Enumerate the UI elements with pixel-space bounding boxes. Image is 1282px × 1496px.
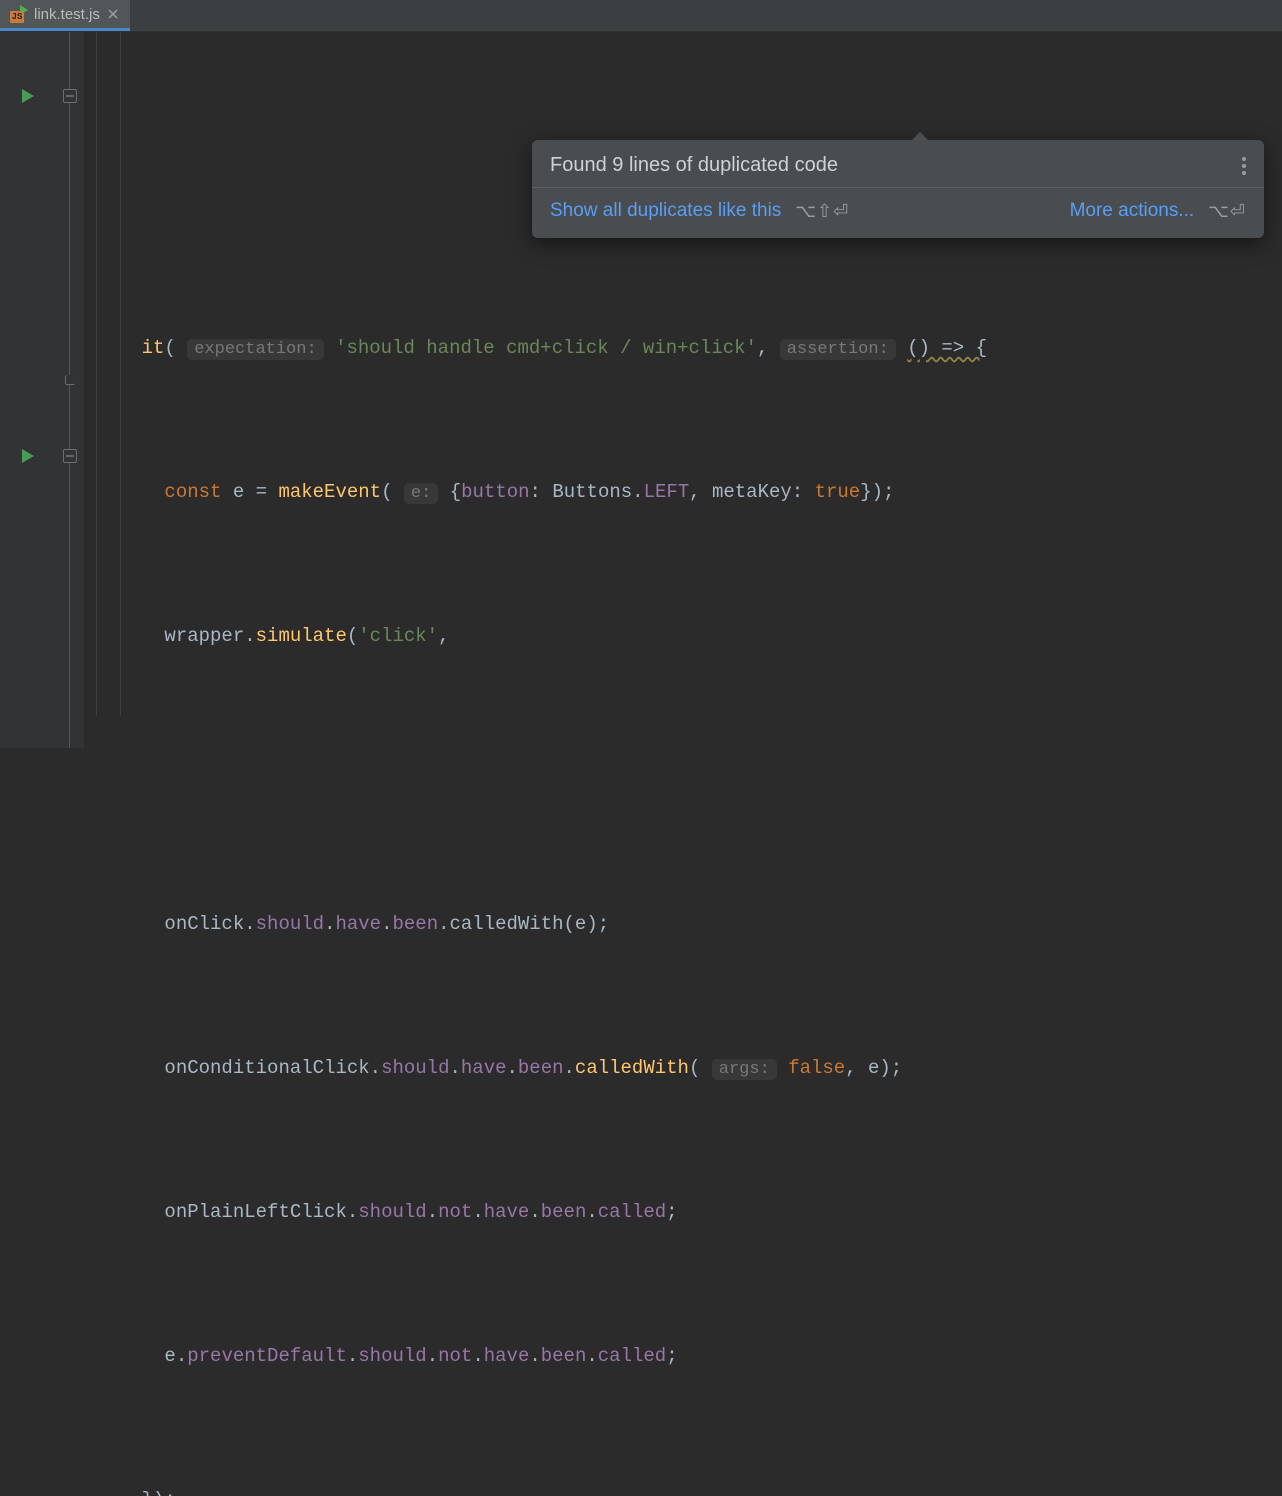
inspection-popup: Found 9 lines of duplicated code Show al… — [532, 140, 1264, 238]
js-test-file-icon: JS — [10, 5, 28, 23]
tab-filename: link.test.js — [34, 6, 100, 23]
gutter — [0, 32, 56, 748]
fold-toggle-icon[interactable] — [63, 89, 77, 103]
more-options-icon[interactable] — [1242, 157, 1246, 175]
code-line: onClick.should.have.been.calledWith(e); — [96, 906, 1282, 942]
code-line: onPlainLeftClick.should.not.have.been.ca… — [96, 1194, 1282, 1230]
shortcut-hint: ⌥⏎ — [1208, 201, 1246, 222]
code-line: e.preventDefault.should.not.have.been.ca… — [96, 1338, 1282, 1374]
file-tab[interactable]: JS link.test.js — [0, 0, 130, 31]
inlay-hint: assertion: — [780, 339, 896, 360]
show-duplicates-link[interactable]: Show all duplicates like this — [550, 200, 781, 222]
run-test-icon[interactable] — [22, 89, 34, 103]
inlay-hint: expectation: — [187, 339, 323, 360]
code-line: const e = makeEvent( e: {button: Buttons… — [96, 474, 1282, 510]
code-line: onConditionalClick.should.have.been.call… — [96, 1050, 1282, 1086]
indent-guide — [120, 32, 121, 716]
divider — [532, 187, 1264, 188]
close-tab-icon[interactable] — [106, 7, 120, 21]
inlay-hint: e: — [404, 483, 438, 504]
inlay-hint: args: — [712, 1059, 777, 1080]
code-line — [96, 762, 1282, 798]
shortcut-hint: ⌥⇧⏎ — [795, 201, 849, 222]
tab-bar: JS link.test.js — [0, 0, 1282, 32]
editor[interactable]: it( expectation: 'should handle cmd+clic… — [0, 32, 1282, 748]
code-line: wrapper.simulate('click', — [96, 618, 1282, 654]
run-test-icon[interactable] — [22, 449, 34, 463]
code-line: }); — [96, 1482, 1282, 1496]
fold-end-icon — [65, 375, 75, 385]
fold-column — [56, 32, 84, 748]
more-actions-link[interactable]: More actions... — [1070, 200, 1195, 222]
popup-title: Found 9 lines of duplicated code — [550, 154, 838, 177]
indent-guide — [96, 32, 97, 716]
fold-toggle-icon[interactable] — [63, 449, 77, 463]
code-line: it( expectation: 'should handle cmd+clic… — [96, 330, 1282, 366]
